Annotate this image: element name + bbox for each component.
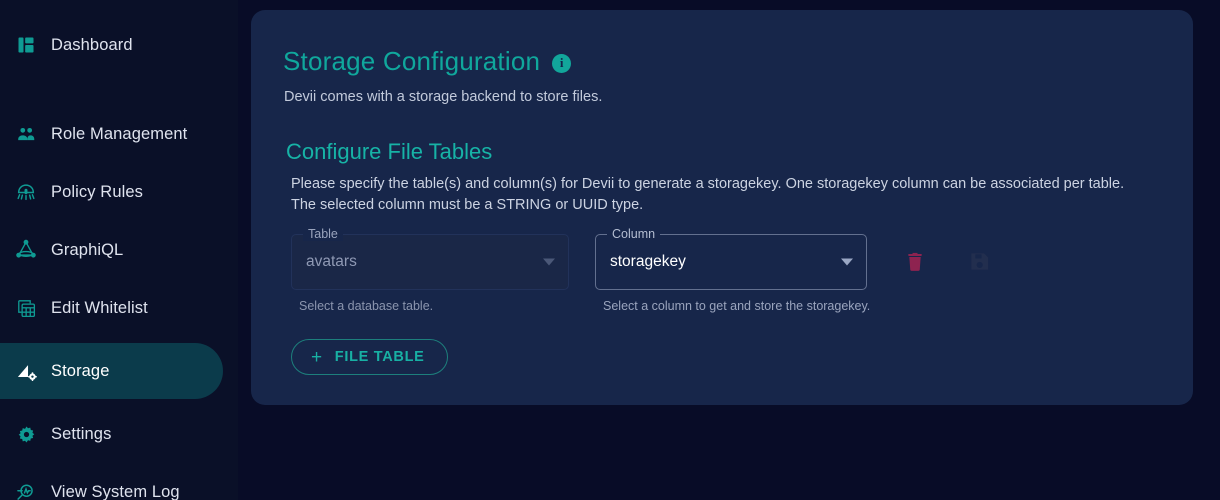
sidebar-item-label: View System Log <box>51 482 180 500</box>
column-select-label: Column <box>607 227 661 241</box>
section-description-line-1: Please specify the table(s) and column(s… <box>291 176 1125 192</box>
section-description: Please specify the table(s) and column(s… <box>291 174 1161 216</box>
sidebar-item-view-system-log[interactable]: View System Log <box>0 469 223 500</box>
panel-header: Storage Configuration i <box>283 46 1161 77</box>
sidebar-item-label: Role Management <box>51 124 188 143</box>
people-icon <box>14 122 38 146</box>
sidebar-item-storage[interactable]: Storage <box>0 343 223 399</box>
info-icon[interactable]: i <box>552 53 572 73</box>
column-select-value: storagekey <box>610 253 686 270</box>
table-select-value: avatars <box>306 253 357 270</box>
section-title: Configure File Tables <box>286 139 493 164</box>
save-floppy-icon <box>968 250 991 276</box>
panel-subtitle: Devii comes with a storage backend to st… <box>284 89 603 105</box>
sidebar-item-policy-rules[interactable]: Policy Rules <box>0 169 223 215</box>
add-file-table-label: FILE TABLE <box>334 349 425 365</box>
column-select-helper: Select a column to get and store the sto… <box>603 299 871 313</box>
sidebar-item-label: Edit Whitelist <box>51 298 148 317</box>
save-file-table-button[interactable] <box>960 244 998 282</box>
trash-icon <box>904 250 926 277</box>
table-grid-icon <box>14 296 38 320</box>
gear-icon <box>14 422 38 446</box>
table-select-label: Table <box>303 227 343 241</box>
sidebar-item-label: Policy Rules <box>51 182 143 201</box>
app-root: Dashboard Role Management Policy Rules G… <box>0 0 1220 500</box>
table-select-helper: Select a database table. <box>299 299 434 313</box>
jellyfish-icon <box>14 180 38 204</box>
storage-configuration-panel: Storage Configuration i Devii comes with… <box>251 10 1193 405</box>
sidebar-item-dashboard[interactable]: Dashboard <box>0 22 223 68</box>
sidebar-item-edit-whitelist[interactable]: Edit Whitelist <box>0 285 223 331</box>
sidebar-item-label: GraphiQL <box>51 240 124 259</box>
sidebar-item-label: Settings <box>51 424 112 443</box>
table-select[interactable]: Table avatars <box>291 227 569 290</box>
sidebar-item-label: Storage <box>51 361 110 380</box>
delete-file-table-button[interactable] <box>896 244 934 282</box>
file-table-row: Table avatars Select a database table. C… <box>291 227 1161 313</box>
page-title: Storage Configuration <box>283 46 541 76</box>
sidebar: Dashboard Role Management Policy Rules G… <box>0 0 238 500</box>
log-search-icon <box>14 480 38 500</box>
storage-gear-icon <box>14 359 38 383</box>
add-file-table-button[interactable]: + FILE TABLE <box>291 339 448 375</box>
column-select[interactable]: Column storagekey <box>595 227 867 290</box>
sidebar-item-settings[interactable]: Settings <box>0 411 223 457</box>
sidebar-item-role-management[interactable]: Role Management <box>0 111 223 157</box>
section-description-line-2: The selected column must be a STRING or … <box>291 197 644 213</box>
main-content: Storage Configuration i Devii comes with… <box>238 0 1220 500</box>
sidebar-item-graphiql[interactable]: GraphiQL <box>0 227 223 273</box>
table-select-field: Table avatars Select a database table. <box>291 227 569 313</box>
sidebar-item-label: Dashboard <box>51 35 133 54</box>
plus-icon: + <box>311 346 323 368</box>
dashboard-icon <box>14 33 38 57</box>
chevron-down-icon <box>841 258 853 266</box>
column-select-field: Column storagekey Select a column to get… <box>595 227 871 313</box>
graphql-icon <box>14 238 38 262</box>
chevron-down-icon <box>543 258 555 266</box>
